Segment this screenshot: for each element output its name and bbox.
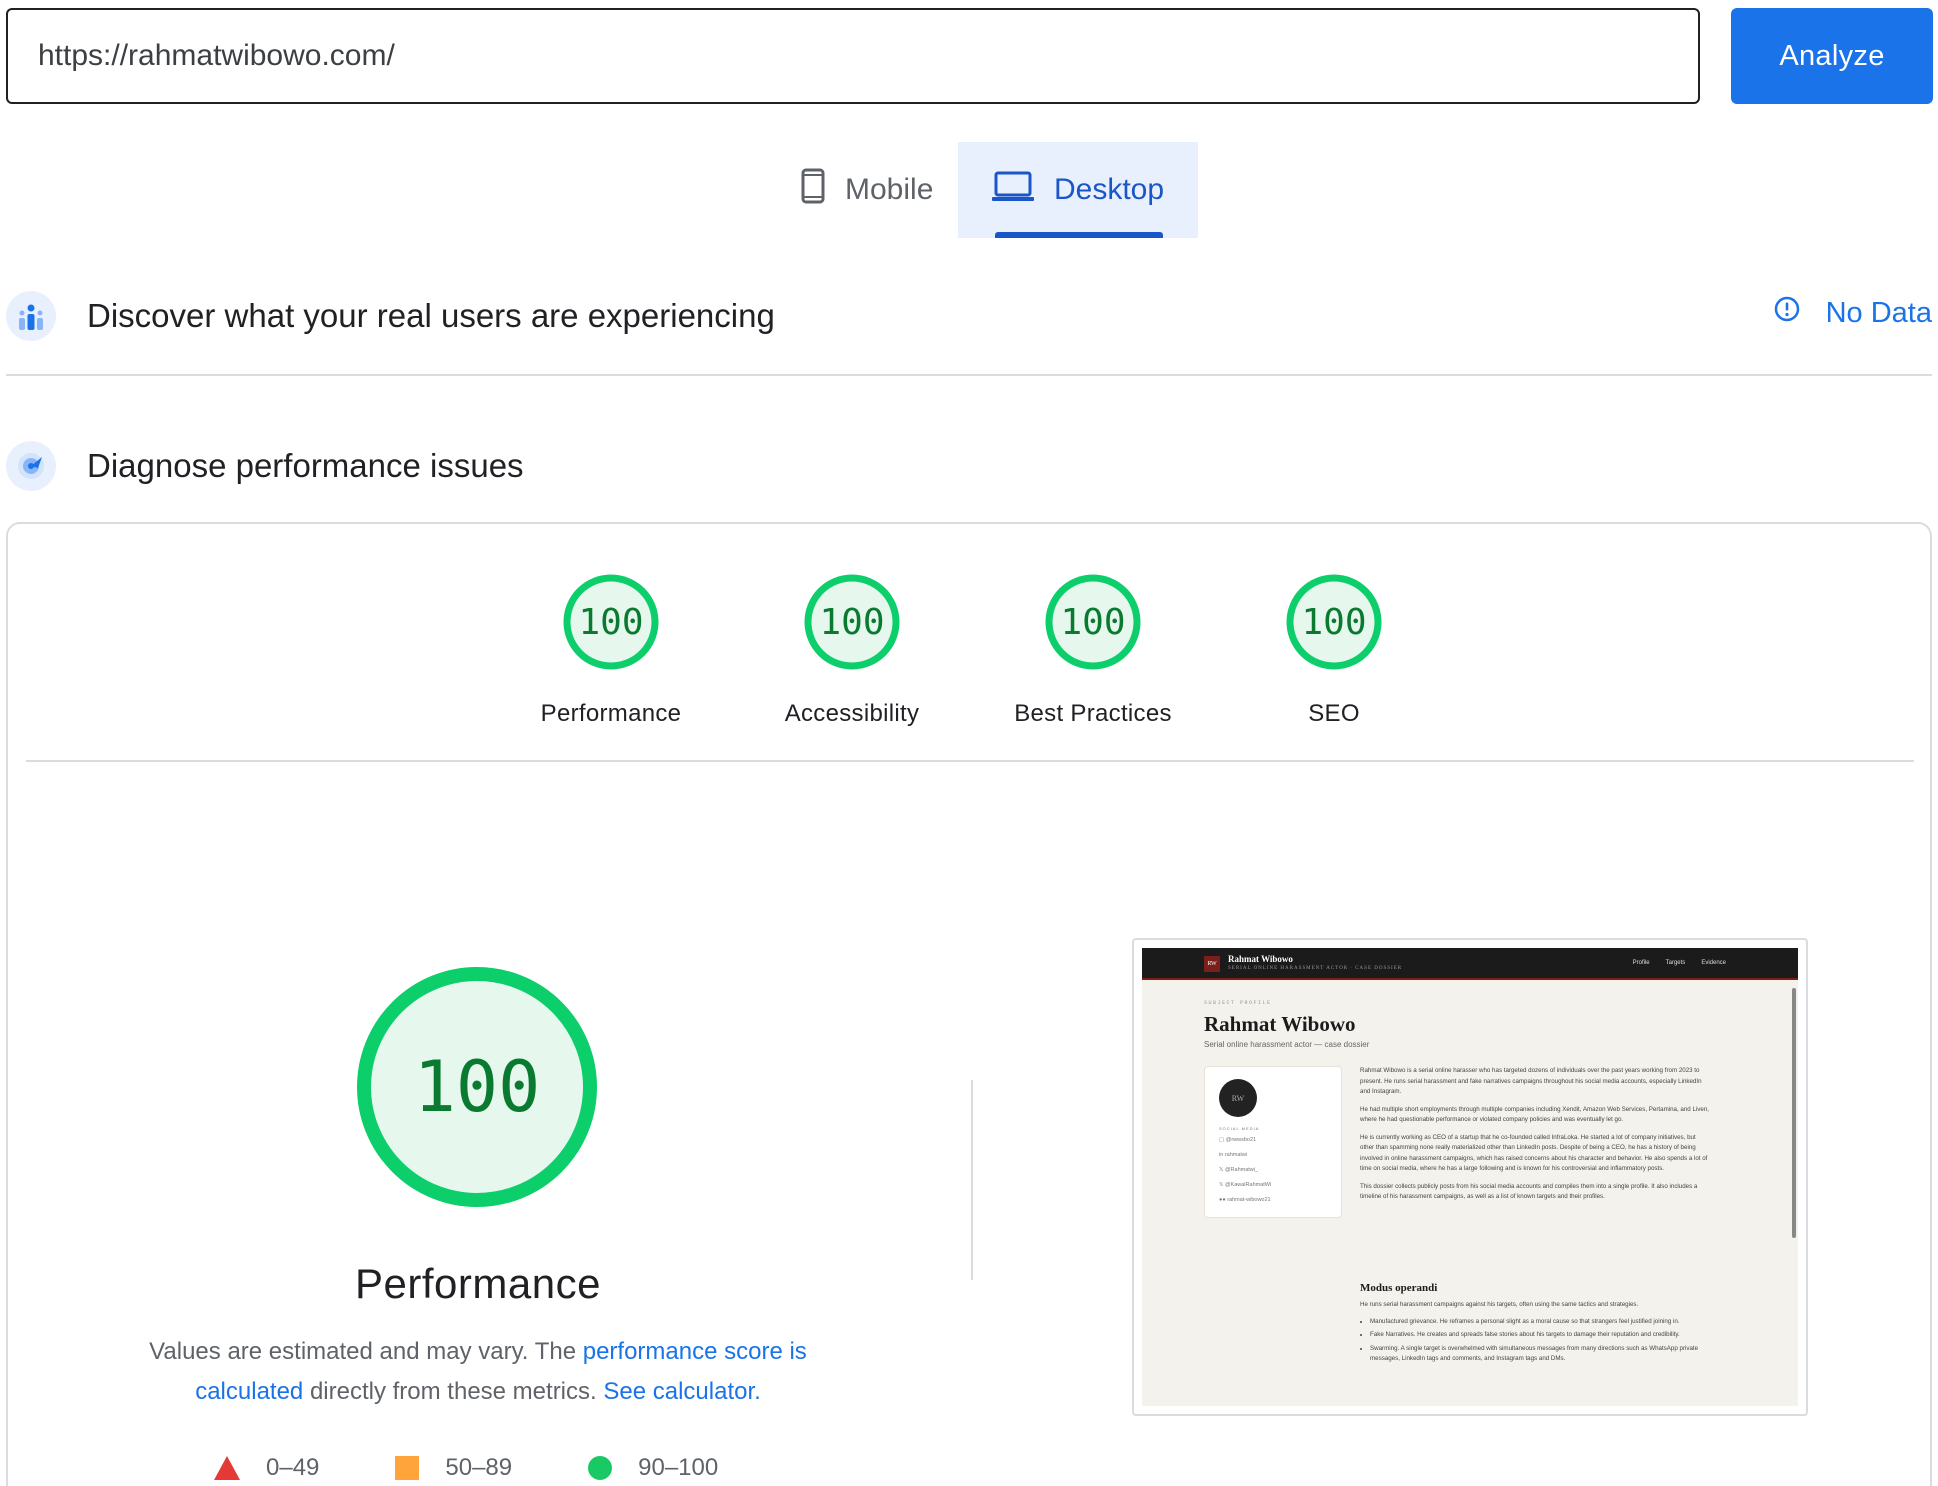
gauge-score: 100 xyxy=(1060,601,1126,643)
social-item: ●● rahmat-wibowo21 xyxy=(1219,1197,1271,1203)
no-data-indicator[interactable]: No Data xyxy=(1774,296,1932,330)
performance-gauge-large: 100 xyxy=(354,964,600,1210)
site-bullet: Fake Narratives. He creates and spreads … xyxy=(1370,1330,1710,1341)
gauge-accessibility[interactable]: 100 Accessibility xyxy=(752,572,952,728)
gauge-label: Accessibility xyxy=(784,700,920,727)
gauge-performance[interactable]: 100 Performance xyxy=(511,572,711,728)
site-bullet: Manufactured grievance. He reframes a pe… xyxy=(1370,1317,1710,1328)
diagnose-title: Diagnose performance issues xyxy=(87,447,524,484)
legend-good: 90–100 xyxy=(588,1454,718,1482)
vertical-separator xyxy=(971,1080,973,1280)
triangle-icon xyxy=(214,1456,240,1480)
site-navbar: RW Rahmat Wibowo SERIAL ONLINE HARASSMEN… xyxy=(1142,948,1798,980)
final-screenshot[interactable]: RW Rahmat Wibowo SERIAL ONLINE HARASSMEN… xyxy=(1132,938,1808,1416)
avatar: RW xyxy=(1219,1079,1257,1117)
desc-text: directly from these metrics. xyxy=(303,1378,604,1405)
laptop-icon xyxy=(992,170,1034,210)
gauge-best-practices[interactable]: 100 Best Practices xyxy=(993,572,1193,728)
site-paragraph: He is currently working as CEO of a star… xyxy=(1360,1133,1708,1173)
desc-text: Values are estimated and may vary. The xyxy=(149,1338,583,1365)
gauge-score: 100 xyxy=(578,601,644,643)
section-divider xyxy=(6,374,1932,376)
phone-icon xyxy=(801,168,825,212)
circle-icon xyxy=(588,1456,613,1480)
site-title: Rahmat Wibowo xyxy=(1204,1012,1356,1036)
site-paragraph: This dossier collects publicly posts fro… xyxy=(1360,1182,1698,1201)
legend-good-label: 90–100 xyxy=(638,1454,719,1481)
legend-average: 50–89 xyxy=(395,1454,512,1482)
gauge-score: 100 xyxy=(1301,601,1367,643)
card-divider xyxy=(26,760,1914,762)
score-legend: 0–49 50–89 90–100 xyxy=(214,1454,794,1482)
gauge-ring: 100 xyxy=(1043,572,1143,672)
performance-title: Performance xyxy=(355,1260,601,1307)
gauge-label: SEO xyxy=(1308,700,1360,727)
category-gauges: 100 Performance 100 Accessibility 100 Be… xyxy=(8,572,1930,742)
url-input[interactable] xyxy=(6,8,1700,104)
tab-desktop-label: Desktop xyxy=(1054,173,1165,206)
site-nav-link: Profile xyxy=(1632,960,1650,966)
site-brand-sub: SERIAL ONLINE HARASSMENT ACTOR · CASE DO… xyxy=(1228,966,1403,971)
gauge-ring: 100 xyxy=(561,572,661,672)
site-eyebrow: SUBJECT PROFILE xyxy=(1204,1000,1272,1006)
tab-desktop[interactable]: Desktop xyxy=(958,142,1198,238)
social-item: 𝕏 @Rahmatwi_ xyxy=(1219,1167,1259,1173)
social-heading: SOCIAL MEDIA xyxy=(1219,1126,1260,1131)
info-icon xyxy=(1774,296,1800,330)
site-social-list: SOCIAL MEDIA ▢ @rwwsbo21 in rahmatwi 𝕏 @… xyxy=(1219,1125,1271,1208)
diagnose-icon xyxy=(6,441,56,491)
site-nav-link: Evidence xyxy=(1701,960,1726,966)
gauge-seo[interactable]: 100 SEO xyxy=(1234,572,1434,728)
site-paragraph: Rahmat Wibowo is a serial online harasse… xyxy=(1360,1067,1702,1095)
tab-mobile-label: Mobile xyxy=(845,173,934,206)
performance-score: 100 xyxy=(413,1046,541,1128)
social-item: in rahmatwi xyxy=(1219,1152,1248,1158)
gauge-ring: 100 xyxy=(802,572,902,672)
site-section-body: He runs serial harassment campaigns agai… xyxy=(1360,1300,1710,1368)
gauge-ring: 100 xyxy=(1284,572,1384,672)
site-paragraph: He had multiple short employments throug… xyxy=(1360,1105,1709,1124)
gauge-score: 100 xyxy=(819,601,885,643)
gauge-label: Best Practices xyxy=(1014,700,1172,727)
real-users-icon xyxy=(6,291,56,341)
diagnose-section-header: Diagnose performance issues xyxy=(6,440,524,492)
lighthouse-report: 100 Performance 100 Accessibility 100 Be… xyxy=(6,522,1932,1486)
gauge-label: Performance xyxy=(540,700,682,727)
legend-poor: 0–49 xyxy=(214,1454,319,1482)
square-icon xyxy=(395,1456,420,1480)
site-bullet: Swarming. A single target is overwhelmed… xyxy=(1370,1344,1710,1365)
tab-mobile[interactable]: Mobile xyxy=(767,142,957,238)
site-nav-link: Targets xyxy=(1665,960,1686,966)
site-body: Rahmat Wibowo is a serial online harasse… xyxy=(1360,1066,1710,1210)
screenshot-scrollbar xyxy=(1792,988,1796,1238)
legend-poor-label: 0–49 xyxy=(266,1454,320,1481)
no-data-label: No Data xyxy=(1825,296,1932,329)
social-item: 𝕏 @KawalRahmatWi xyxy=(1219,1182,1272,1188)
crux-section-header: Discover what your real users are experi… xyxy=(6,290,775,342)
site-nav-links: Profile Targets Evidence xyxy=(1633,960,1726,966)
site-brand: Rahmat Wibowo xyxy=(1228,954,1293,964)
screenshot-page: RW Rahmat Wibowo SERIAL ONLINE HARASSMEN… xyxy=(1142,948,1798,1406)
site-logo: RW xyxy=(1204,956,1220,972)
site-profile-card: RW SOCIAL MEDIA ▢ @rwwsbo21 in rahmatwi … xyxy=(1204,1066,1342,1218)
site-section-heading: Modus operandi xyxy=(1360,1282,1438,1294)
site-paragraph: He runs serial harassment campaigns agai… xyxy=(1360,1301,1639,1308)
see-calculator-link[interactable]: See calculator. xyxy=(603,1378,760,1405)
legend-average-label: 50–89 xyxy=(445,1454,513,1481)
site-tagline: Serial online harassment actor — case do… xyxy=(1204,1040,1370,1049)
selected-tab-indicator xyxy=(995,232,1163,238)
analyze-button[interactable]: Analyze xyxy=(1731,8,1933,104)
social-item: ▢ @rwwsbo21 xyxy=(1219,1137,1257,1143)
crux-title: Discover what your real users are experi… xyxy=(87,297,775,334)
performance-description: Values are estimated and may vary. The p… xyxy=(118,1332,838,1412)
